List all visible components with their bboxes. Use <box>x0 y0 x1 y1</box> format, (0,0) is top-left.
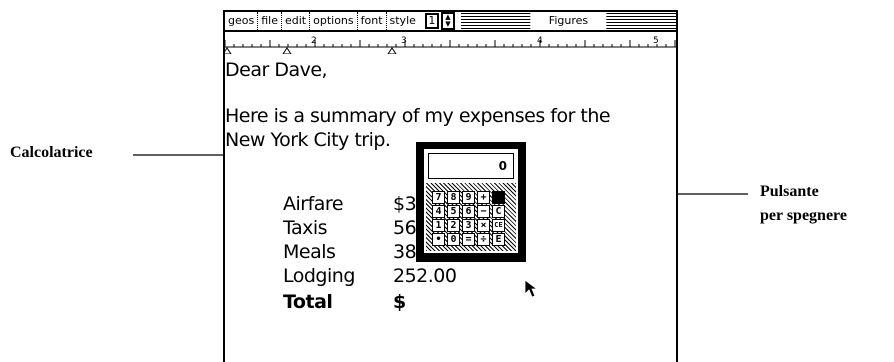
calculator-key[interactable]: 6 <box>462 205 475 218</box>
tab-marker-icon[interactable] <box>387 47 397 54</box>
expense-value-airfare: $3 <box>393 193 417 215</box>
expense-label-taxis: Taxis <box>283 217 328 239</box>
calculator-key[interactable]: CE <box>492 219 505 232</box>
menu-geos[interactable]: geos <box>225 12 259 30</box>
calculator-key[interactable]: = <box>462 233 475 246</box>
ruler-mark-4: 4 <box>537 36 543 46</box>
calculator-key[interactable]: × <box>477 219 490 232</box>
calculator-key[interactable]: 8 <box>447 191 460 204</box>
calculator-key[interactable]: 9 <box>462 191 475 204</box>
expense-value-lodging: 252.00 <box>393 265 457 287</box>
total-value: $ <box>393 291 406 313</box>
expense-value-taxis: 56 <box>393 217 417 239</box>
menu-options[interactable]: options <box>310 12 358 30</box>
stepper-down-icon[interactable]: ▼ <box>445 21 450 28</box>
body-line-1: Here is a summary of my expenses for the <box>225 105 611 127</box>
expense-label-lodging: Lodging <box>283 265 355 287</box>
calculator-desk-accessory[interactable]: 0 7 8 9 + 4 5 6− C 1 2 3 × CE • 0 = ÷ E <box>416 142 526 262</box>
calculator-key[interactable]: − <box>477 205 490 218</box>
calculator-key[interactable]: • <box>432 233 445 246</box>
calculator-key[interactable]: 3 <box>462 219 475 232</box>
calculator-key[interactable]: + <box>477 191 490 204</box>
font-size-box[interactable]: 1 <box>424 13 439 29</box>
paragraph-marker-icon[interactable] <box>282 47 292 54</box>
ruler[interactable]: 2 3 4 5 <box>225 34 676 54</box>
calculator-key[interactable]: ÷ <box>477 233 490 246</box>
calculator-key[interactable]: 0 <box>447 233 460 246</box>
calculator-key[interactable]: 7 <box>432 191 445 204</box>
calculator-body: 0 7 8 9 + 4 5 6− C 1 2 3 × CE • 0 = ÷ E <box>424 149 518 253</box>
window-title: Figures <box>530 13 607 29</box>
greeting-line: Dear Dave, <box>225 59 328 81</box>
mouse-pointer-icon <box>524 279 539 298</box>
expense-label-meals: Meals <box>283 241 336 263</box>
calculator-display: 0 <box>428 153 514 179</box>
menu-style[interactable]: style <box>387 12 419 30</box>
expense-label-airfare: Airfare <box>283 193 344 215</box>
per-spegnere-label: per spegnere <box>760 207 847 224</box>
font-size-stepper[interactable]: ▲ ▼ <box>440 12 455 30</box>
calculator-key[interactable]: 5 <box>447 205 460 218</box>
calculator-key[interactable]: 2 <box>447 219 460 232</box>
body-line-2: New York City trip. <box>225 129 391 151</box>
expense-value-meals: 38 <box>393 241 417 263</box>
calculator-key[interactable]: E <box>492 233 505 246</box>
calculator-key[interactable]: C <box>492 205 505 218</box>
total-label: Total <box>283 291 333 313</box>
window-title-bar[interactable]: Figures <box>460 13 676 29</box>
calcolatrice-label: Calcolatrice <box>10 144 93 161</box>
ruler-mark-2: 2 <box>311 36 317 46</box>
calculator-keypad: 7 8 9 + 4 5 6− C 1 2 3 × CE • 0 = ÷ E <box>426 183 516 251</box>
left-margin-marker-icon[interactable] <box>225 47 232 54</box>
calculator-key[interactable]: 1 <box>432 219 445 232</box>
menu-edit[interactable]: edit <box>282 12 311 30</box>
pulsante-label: Pulsante <box>760 183 819 200</box>
menu-font[interactable]: font <box>358 12 387 30</box>
calculator-key[interactable]: 4 <box>432 205 445 218</box>
menu-bar: geos file edit options font style 1 ▲ ▼ … <box>225 10 676 32</box>
menu-file[interactable]: file <box>258 12 282 30</box>
ruler-mark-5: 5 <box>653 36 659 46</box>
ruler-mark-3: 3 <box>401 36 407 46</box>
off-button[interactable] <box>492 191 505 204</box>
